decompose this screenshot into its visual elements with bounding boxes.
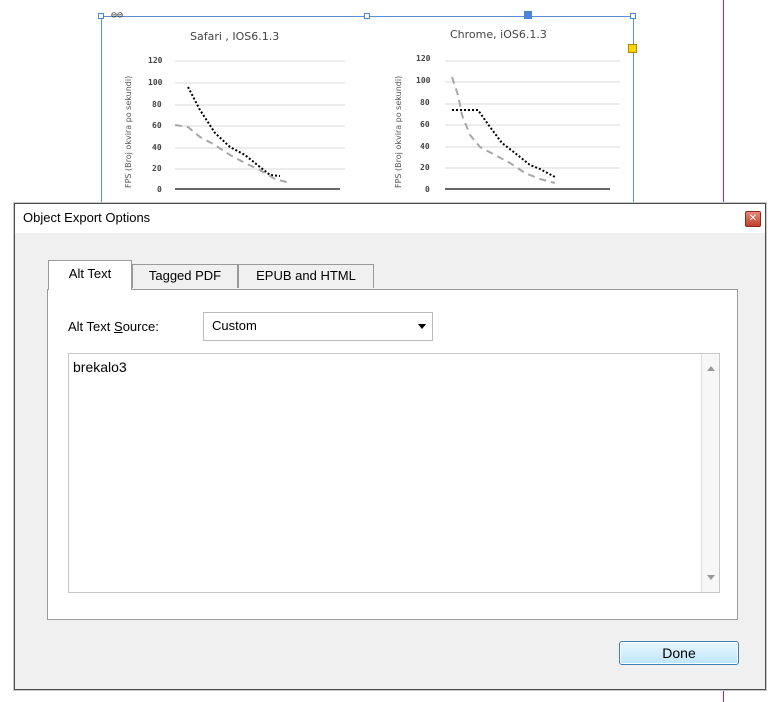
ytick: 120 <box>148 56 163 65</box>
series-line-dotted <box>187 86 281 177</box>
chart-title-safari: Safari , IOS6.1.3 <box>190 30 280 43</box>
frame-handle-top-center[interactable] <box>364 13 370 19</box>
tab-label: Alt Text <box>68 266 112 281</box>
alt-text-source-select[interactable]: Custom <box>203 312 433 341</box>
scroll-down-icon[interactable] <box>707 575 715 580</box>
ytick: 60 <box>152 121 162 130</box>
chart-plot-chrome <box>445 60 620 190</box>
series-line-dotted <box>452 109 556 178</box>
alt-text-panel: Alt Text Source: Custom brekalo3 <box>47 289 738 620</box>
ytick: 0 <box>425 185 430 194</box>
frame-handle-top-right[interactable] <box>630 13 636 19</box>
ytick: 60 <box>420 120 430 129</box>
ytick: 20 <box>152 164 162 173</box>
tab-alt-text[interactable]: Alt Text <box>48 260 132 290</box>
chevron-down-icon <box>418 324 426 329</box>
content-grabber-icon[interactable] <box>524 11 532 19</box>
alt-text-field[interactable]: brekalo3 <box>68 353 720 593</box>
close-icon[interactable]: ✕ <box>745 211 761 227</box>
ytick: 40 <box>420 142 430 151</box>
scroll-up-icon[interactable] <box>707 366 715 371</box>
alt-text-scrollbar[interactable] <box>701 354 719 592</box>
chart-ylabel-safari: FPS (Broj okvira po sekundi) <box>124 75 133 188</box>
ytick: 100 <box>148 78 163 87</box>
link-chain-icon: ⊖⊖ <box>111 10 124 21</box>
alt-text-source-value: Custom <box>212 318 257 333</box>
ytick: 80 <box>152 100 162 109</box>
frame-handle-top-left[interactable] <box>98 13 104 19</box>
tab-label: Tagged PDF <box>148 268 222 283</box>
chart-plot-safari <box>174 60 345 190</box>
ytick: 20 <box>420 163 430 172</box>
alt-text-value: brekalo3 <box>73 359 127 375</box>
ytick: 40 <box>152 143 162 152</box>
object-export-options-dialog: Object Export Options ✕ Alt Text Tagged … <box>14 203 766 690</box>
ytick: 120 <box>416 54 431 63</box>
alt-text-source-label: Alt Text Source: <box>68 319 159 334</box>
chart-title-chrome: Chrome, iOS6.1.3 <box>450 28 547 41</box>
ytick: 100 <box>416 76 431 85</box>
done-button[interactable]: Done <box>619 641 739 665</box>
chart-ylabel-chrome: FPS (Broj okvira po sekundi) <box>394 75 403 188</box>
series-line-dashed <box>451 76 556 184</box>
dialog-title: Object Export Options <box>23 210 151 225</box>
tab-label: EPUB and HTML <box>256 268 356 283</box>
live-corner-icon[interactable] <box>628 44 637 53</box>
tab-tagged-pdf[interactable]: Tagged PDF <box>132 264 238 288</box>
dialog-titlebar[interactable]: Object Export Options ✕ <box>15 204 765 233</box>
tab-epub-and-html[interactable]: EPUB and HTML <box>238 264 374 288</box>
ytick: 80 <box>420 98 430 107</box>
ytick: 0 <box>157 185 162 194</box>
